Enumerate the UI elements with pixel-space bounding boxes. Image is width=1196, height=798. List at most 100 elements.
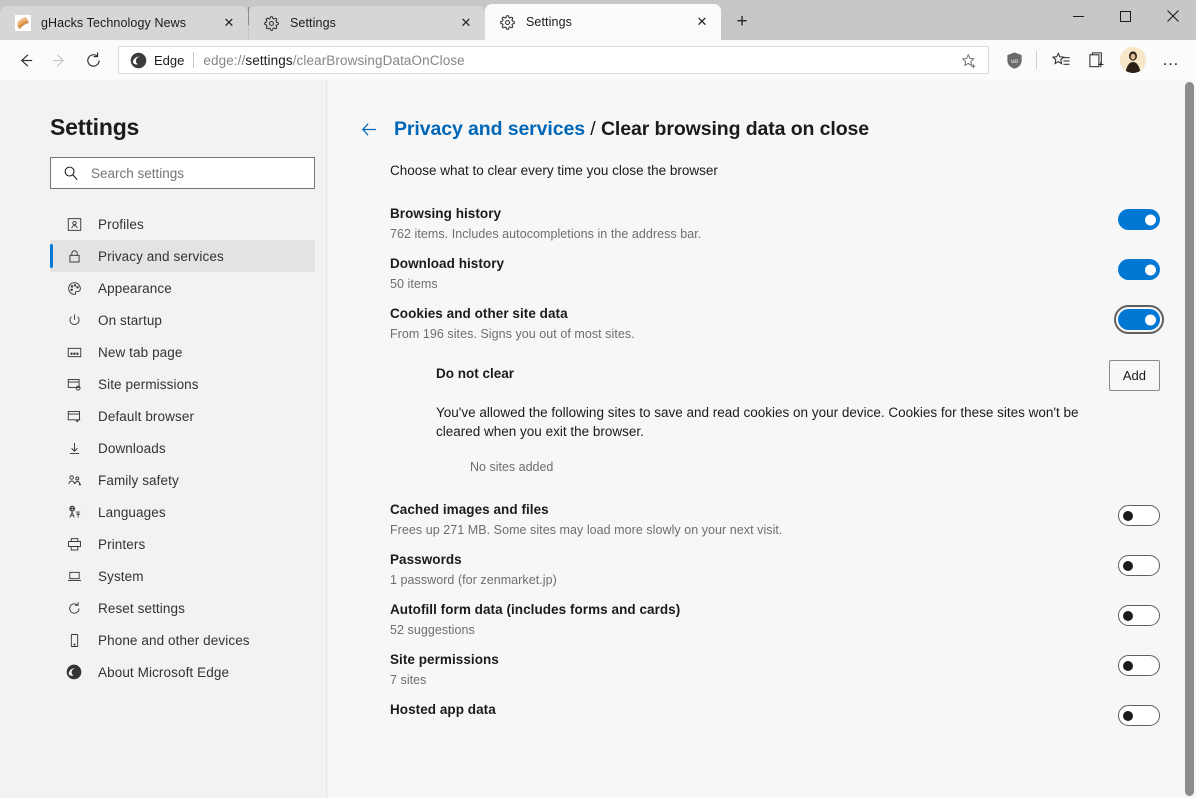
content-scrollbar[interactable] (1181, 80, 1196, 798)
browser-tab[interactable]: gHacks Technology News ✕ (0, 6, 248, 40)
search-input[interactable] (91, 165, 291, 181)
setting-toggle[interactable] (1118, 555, 1160, 577)
tab-close-button[interactable]: ✕ (453, 10, 479, 36)
address-bar-url: edge://settings/clearBrowsingDataOnClose (203, 53, 464, 68)
sidebar-item-languages[interactable]: Languages (50, 496, 315, 528)
setting-toggle[interactable] (1118, 259, 1160, 280)
search-icon (63, 164, 81, 182)
sidebar-item-label: Default browser (98, 408, 195, 424)
system-icon (65, 567, 83, 585)
setting-toggle[interactable] (1118, 655, 1160, 677)
url-prefix: edge:// (203, 52, 246, 68)
add-site-button[interactable]: Add (1108, 360, 1160, 391)
refresh-button[interactable] (76, 44, 110, 76)
setting-toggle[interactable] (1114, 305, 1164, 334)
edge-logo-icon (130, 51, 148, 69)
setting-row-text: Download history 50 items (390, 256, 1118, 291)
sidebar-item-phone-and-other-devices[interactable]: Phone and other devices (50, 624, 315, 656)
new-tab-button[interactable]: + (725, 7, 759, 37)
setting-row: Autofill form data (includes forms and c… (390, 594, 1160, 644)
settings-nav-list: Profiles Privacy and services Appearance… (50, 208, 315, 688)
sidebar-item-family-safety[interactable]: Family safety (50, 464, 315, 496)
back-button[interactable] (8, 44, 42, 76)
setting-description: 1 password (for zenmarket.jp) (390, 573, 557, 588)
setting-row-text: Cached images and files Frees up 271 MB.… (390, 502, 1118, 537)
sidebar-item-printers[interactable]: Printers (50, 528, 315, 560)
search-settings-box[interactable] (50, 157, 315, 189)
sidebar-item-reset-settings[interactable]: Reset settings (50, 592, 315, 624)
ghacks-favicon (14, 15, 31, 32)
clear-data-options-list-continued: Cached images and files Frees up 271 MB.… (328, 494, 1196, 744)
setting-row-text: Browsing history 762 items. Includes aut… (390, 206, 1118, 241)
sidebar-item-label: Profiles (98, 216, 144, 232)
settings-page: Settings Profiles (0, 80, 1196, 798)
sidebar-item-profiles[interactable]: Profiles (50, 208, 315, 240)
sidebar-item-label: Family safety (98, 472, 179, 488)
sidebar-item-new-tab-page[interactable]: New tab page (50, 336, 315, 368)
content-subtitle: Choose what to clear every time you clos… (390, 163, 718, 178)
breadcrumb-separator: / (584, 118, 601, 140)
setting-row: Cached images and files Frees up 271 MB.… (390, 494, 1160, 544)
setting-title: Autofill form data (includes forms and c… (390, 602, 681, 618)
sidebar-item-about-microsoft-edge[interactable]: About Microsoft Edge (50, 656, 315, 688)
sidebar-item-default-browser[interactable]: Default browser (50, 400, 315, 432)
setting-toggle[interactable] (1118, 605, 1160, 627)
sidebar-item-system[interactable]: System (50, 560, 315, 592)
breadcrumb: Privacy and services / Clear browsing da… (328, 118, 1196, 141)
breadcrumb-parent-link[interactable]: Privacy and services (394, 118, 585, 140)
setting-title: Browsing history (390, 206, 502, 221)
setting-title: Hosted app data (390, 702, 496, 718)
collections-icon[interactable] (1080, 44, 1114, 76)
sidebar-item-downloads[interactable]: Downloads (50, 432, 315, 464)
tab-close-button[interactable]: ✕ (689, 9, 715, 35)
sidebar-item-label: Phone and other devices (98, 632, 250, 648)
profile-avatar[interactable] (1120, 47, 1146, 73)
setting-title: Site permissions (390, 652, 499, 668)
do-not-clear-section: Do not clear Add You've allowed the foll… (328, 360, 1196, 474)
browser-tab[interactable]: Settings ✕ (249, 6, 485, 40)
edge-logo-icon (65, 663, 83, 681)
address-bar[interactable]: Edge edge://settings/clearBrowsingDataOn… (118, 46, 989, 74)
setting-toggle[interactable] (1118, 505, 1160, 527)
url-emphasis: settings (245, 52, 293, 68)
gear-icon (499, 14, 516, 31)
setting-row-text: Autofill form data (includes forms and c… (390, 602, 1118, 637)
power-icon (65, 311, 83, 329)
setting-description: 50 items (390, 277, 438, 291)
forward-button[interactable] (42, 44, 76, 76)
tab-close-button[interactable]: ✕ (216, 10, 242, 36)
sidebar-item-label: Privacy and services (98, 248, 224, 264)
toggle-knob (1145, 314, 1156, 325)
ublock-origin-icon[interactable]: uo (997, 44, 1031, 76)
setting-row-text: Passwords 1 password (for zenmarket.jp) (390, 552, 1118, 587)
setting-row: Browsing history 762 items. Includes aut… (390, 198, 1160, 248)
sidebar-item-on-startup[interactable]: On startup (50, 304, 315, 336)
window-controls (1055, 0, 1196, 32)
browser-toolbar: Edge edge://settings/clearBrowsingDataOn… (0, 40, 1196, 80)
setting-toggle[interactable] (1118, 705, 1160, 727)
settings-sidebar: Settings Profiles (0, 80, 327, 798)
clear-data-options-list: Browsing history 762 items. Includes aut… (328, 198, 1196, 348)
sidebar-item-privacy-and-services[interactable]: Privacy and services (50, 240, 315, 272)
printer-icon (65, 535, 83, 553)
maximize-button[interactable] (1102, 0, 1149, 32)
tab-title: Settings (290, 16, 336, 30)
sidebar-item-site-permissions[interactable]: Site permissions (50, 368, 315, 400)
star-plus-icon[interactable] (956, 49, 982, 73)
favorites-list-icon[interactable] (1044, 44, 1078, 76)
default-browser-icon (65, 407, 83, 425)
reset-icon (65, 599, 83, 617)
setting-row: Passwords 1 password (for zenmarket.jp) (390, 544, 1160, 594)
sidebar-item-label: Appearance (98, 280, 172, 296)
scrollbar-thumb[interactable] (1185, 82, 1194, 796)
setting-toggle[interactable] (1118, 209, 1160, 230)
toggle-knob (1145, 264, 1156, 275)
back-arrow-icon[interactable] (358, 119, 380, 141)
profiles-icon (65, 215, 83, 233)
browser-tab-active[interactable]: Settings ✕ (485, 4, 721, 40)
sidebar-item-appearance[interactable]: Appearance (50, 272, 315, 304)
minimize-button[interactable] (1055, 0, 1102, 32)
more-settings-icon[interactable]: … (1154, 44, 1188, 76)
toggle-knob (1145, 214, 1156, 225)
close-icon[interactable] (1149, 0, 1196, 32)
